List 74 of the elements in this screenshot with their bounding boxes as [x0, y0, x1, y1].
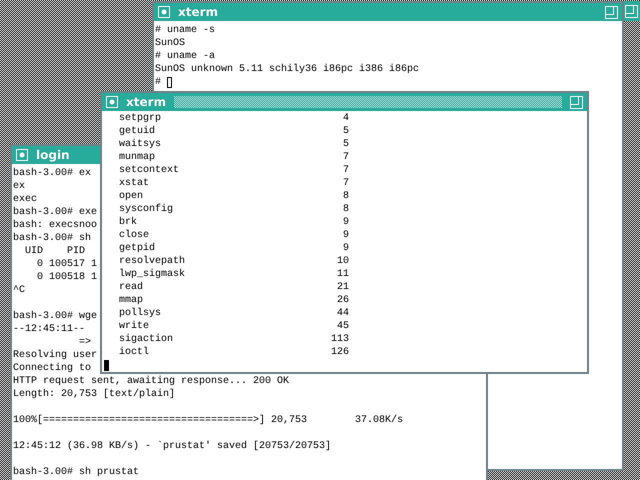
syscall-count: 7 [342, 151, 349, 164]
syscall-name: sysconfig [119, 203, 174, 216]
syscall-count: 5 [342, 125, 349, 138]
syscall-count: 7 [342, 164, 349, 177]
syscall-name: munmap [119, 151, 156, 164]
syscall-count: 11 [336, 268, 349, 281]
terminal-line: bash-3.00# sh prustat [13, 466, 140, 479]
syscall-name: close [119, 229, 150, 242]
syscall-count: 9 [342, 229, 349, 242]
terminal-line: --12:45:11-- [13, 323, 86, 336]
terminal-line: # uname -a [155, 50, 216, 63]
window-menu-icon[interactable] [106, 96, 118, 108]
syscall-count: 26 [336, 294, 349, 307]
terminal-line: 0 100517 1 [36, 258, 98, 271]
window-title: login [36, 148, 70, 162]
terminal-line: SunOS [155, 37, 186, 50]
syscall-name: mmap [119, 294, 144, 307]
terminal-line: UID PID [24, 245, 86, 258]
window-menu-icon[interactable] [16, 149, 28, 161]
syscall-count: 126 [330, 346, 349, 359]
syscall-name: read [119, 281, 144, 294]
syscall-name: ioctl [119, 346, 150, 359]
syscall-count: 21 [336, 281, 349, 294]
terminal-line: 0 100518 1 [36, 271, 98, 284]
terminal-line: HTTP request sent, awaiting response... 200 OK [13, 375, 290, 388]
syscall-count: 9 [342, 242, 349, 255]
syscall-count: 45 [336, 320, 349, 333]
syscall-name: resolvepath [119, 255, 186, 268]
terminal-line: 100%[===================================>] 20,753 37.08K/s [13, 414, 404, 427]
terminal-line: => [78, 336, 92, 349]
terminal-line: bash-3.00# exe [13, 206, 98, 219]
syscall-name: xstat [119, 177, 150, 190]
syscall-count: 7 [342, 177, 349, 190]
window-title: xterm [126, 95, 166, 109]
syscall-name: waitsys [119, 138, 162, 151]
syscall-count: 8 [342, 203, 349, 216]
syscall-count: 113 [330, 333, 349, 346]
terminal-line: # uname -s [155, 24, 216, 37]
syscall-name: sigaction [119, 333, 174, 346]
terminal-line: # [155, 76, 162, 89]
window-menu-icon[interactable] [158, 6, 170, 18]
syscall-name: lwp_sigmask [119, 268, 186, 281]
syscall-name: pollsys [119, 307, 162, 320]
syscall-name: open [119, 190, 144, 203]
terminal-line: bash-3.00# ex [13, 167, 92, 180]
syscall-count: 4 [342, 112, 349, 125]
terminal-line: bash-3.00# sh [13, 232, 92, 245]
syscall-count: 5 [342, 138, 349, 151]
maximize-icon[interactable] [605, 6, 618, 18]
syscall-name: getuid [119, 125, 156, 138]
terminal-line: ^C [13, 284, 26, 297]
syscall-count: 10 [336, 255, 349, 268]
syscall-name: brk [119, 216, 138, 229]
maximize-icon[interactable] [570, 96, 583, 108]
syscall-count: 44 [336, 307, 349, 320]
syscall-count: 9 [342, 216, 349, 229]
terminal-line: Length: 20,753 [text/plain] [13, 388, 176, 401]
title-bar[interactable]: xterm [102, 93, 587, 111]
terminal-line: bash-3.00# wge [13, 310, 98, 323]
terminal-line: Connecting to [13, 362, 92, 375]
terminal-line: Resolving user [13, 349, 98, 362]
syscall-name: getpid [119, 242, 156, 255]
syscall-name: setpgrp [119, 112, 162, 125]
terminal-line: exec [13, 193, 38, 206]
title-bar[interactable]: xterm [154, 3, 622, 21]
syscall-count: 8 [342, 190, 349, 203]
terminal-line: 12:45:12 (36.98 KB/s) - `prustat' saved [20753/20753] [13, 440, 332, 453]
syscall-name: setcontext [119, 164, 180, 177]
maximize-icon[interactable] [625, 4, 638, 18]
terminal-line: bash: execsnoo [13, 219, 98, 232]
terminal-line: SunOS unknown 5.11 schily36 i86pc i386 i86pc [155, 63, 420, 76]
window-title: xterm [178, 5, 218, 19]
terminal-line: ex [13, 180, 26, 193]
syscall-name: write [119, 320, 150, 333]
